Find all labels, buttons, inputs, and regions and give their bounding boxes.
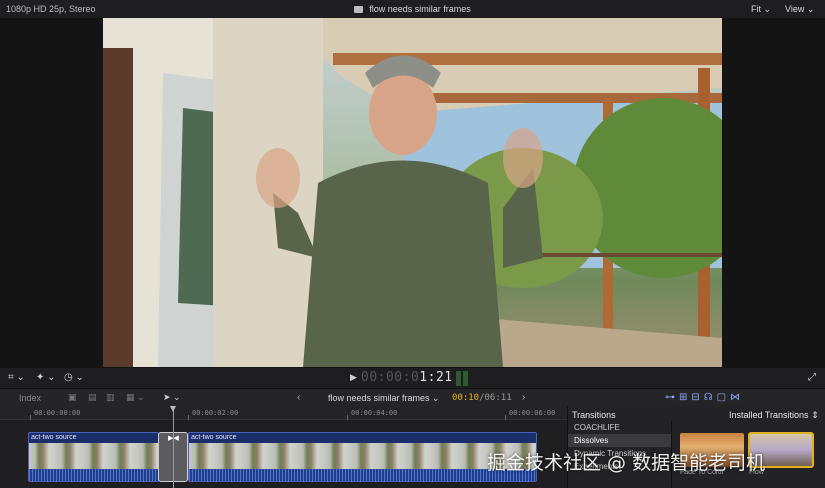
project-duration: 00:10/06:11: [452, 393, 512, 403]
insert-clip-icon[interactable]: ▤: [88, 392, 97, 403]
clip-label: act-two source: [31, 434, 77, 441]
clip-label: act-two source: [191, 434, 237, 441]
timeline-view-tools[interactable]: ⊶⊞⊟☊▢⋈: [665, 392, 744, 403]
timeline-clip[interactable]: act-two source: [188, 432, 537, 482]
transport-bar: ⌗ ⌄ ✦ ⌄ ◷ ⌄ ▶ 00:00:01:21 ⤢: [0, 368, 825, 388]
ruler-tick: 00:00:04:00: [351, 409, 398, 417]
append-clip-icon[interactable]: ▥: [106, 392, 115, 403]
transform-tool-icon[interactable]: ⌗ ⌄: [8, 372, 25, 383]
forward-arrow-icon[interactable]: ›: [522, 392, 525, 403]
audio-meter: [456, 371, 470, 386]
clip-filmstrip: [189, 443, 536, 469]
viewer-header: 1080p HD 25p, Stereo flow needs similar …: [0, 0, 825, 18]
chevron-updown-icon: ⇕: [811, 410, 819, 420]
video-frame[interactable]: [103, 18, 722, 367]
play-button[interactable]: ▶: [350, 372, 357, 383]
playhead[interactable]: [170, 406, 176, 488]
transitions-browser-icon: ⋈: [730, 392, 745, 403]
clip-filmstrip: [29, 443, 158, 469]
skimming-icon: ⊞: [679, 392, 692, 403]
timecode-display[interactable]: 00:00:01:21: [361, 370, 453, 385]
clip-audio-waveform: [29, 469, 158, 481]
chevron-down-icon: ⌄: [806, 4, 815, 14]
watermark: 掘金技术社区 @ 数据智能老司机: [487, 452, 766, 474]
chevron-down-icon: ⌄: [763, 4, 772, 14]
effects-browser-icon: ▢: [716, 392, 731, 403]
index-button[interactable]: Index: [19, 393, 41, 403]
select-tool-icon[interactable]: ➤ ⌄: [163, 392, 181, 403]
ruler-tick: 00:00:06:00: [509, 409, 556, 417]
viewer-title: flow needs similar frames: [0, 4, 825, 14]
project-name-menu[interactable]: flow needs similar frames ⌄: [328, 393, 440, 404]
viewer-clip-title: flow needs similar frames: [369, 4, 471, 14]
view-menu[interactable]: View ⌄: [785, 4, 814, 15]
zoom-icon: ⊶: [665, 392, 679, 403]
fit-menu[interactable]: Fit ⌄: [751, 4, 771, 15]
overwrite-clip-icon[interactable]: ▦ ⌄: [126, 392, 145, 403]
audio-icon: ☊: [703, 392, 717, 403]
chevron-down-icon: ⌄: [432, 393, 440, 403]
category-item[interactable]: COACHLIFE: [568, 421, 671, 434]
transitions-browser: Transitions Installed Transitions ⇕ COAC…: [567, 406, 825, 488]
timeline[interactable]: 00:00:00:00 00:00:02:00 00:00:04:00 00:0…: [0, 406, 567, 488]
category-item-selected[interactable]: Dissolves: [568, 434, 671, 447]
retime-speed-icon[interactable]: ◷ ⌄: [64, 372, 84, 383]
transitions-header: Transitions: [572, 410, 616, 420]
video-frame-image: [103, 18, 722, 367]
ruler-tick: 00:00:00:00: [34, 409, 81, 417]
timeline-clip[interactable]: act-two source: [28, 432, 159, 482]
ruler-tick: 00:00:02:00: [192, 409, 239, 417]
clapper-icon: [354, 6, 364, 13]
snapping-icon: ⊟: [691, 392, 704, 403]
timeline-ruler[interactable]: 00:00:00:00 00:00:02:00 00:00:04:00 00:0…: [0, 406, 567, 420]
connect-clip-icon[interactable]: ▣: [68, 392, 77, 403]
enhance-wand-icon[interactable]: ✦ ⌄: [36, 372, 56, 383]
back-arrow-icon[interactable]: ‹: [297, 392, 300, 403]
clip-audio-waveform: [189, 469, 536, 481]
timeline-toolbar: Index ▣ ▤ ▥ ▦ ⌄ ➤ ⌄ ‹ flow needs similar…: [0, 388, 825, 406]
fullscreen-icon[interactable]: ⤢: [808, 372, 816, 383]
installed-transitions-menu[interactable]: Installed Transitions ⇕: [729, 410, 819, 421]
